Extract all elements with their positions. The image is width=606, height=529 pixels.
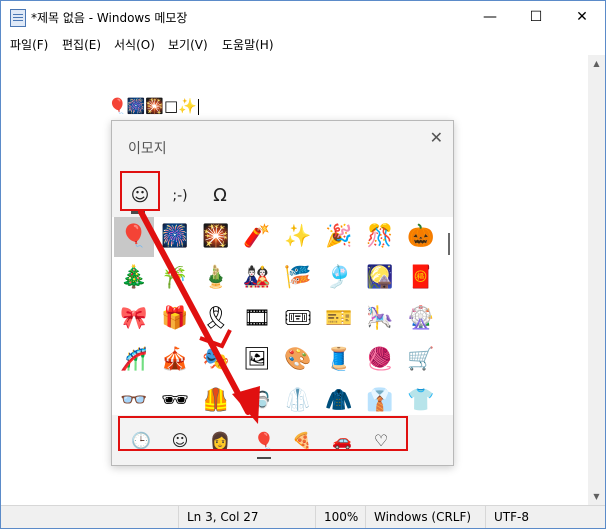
annotation-arrow	[138, 209, 260, 424]
